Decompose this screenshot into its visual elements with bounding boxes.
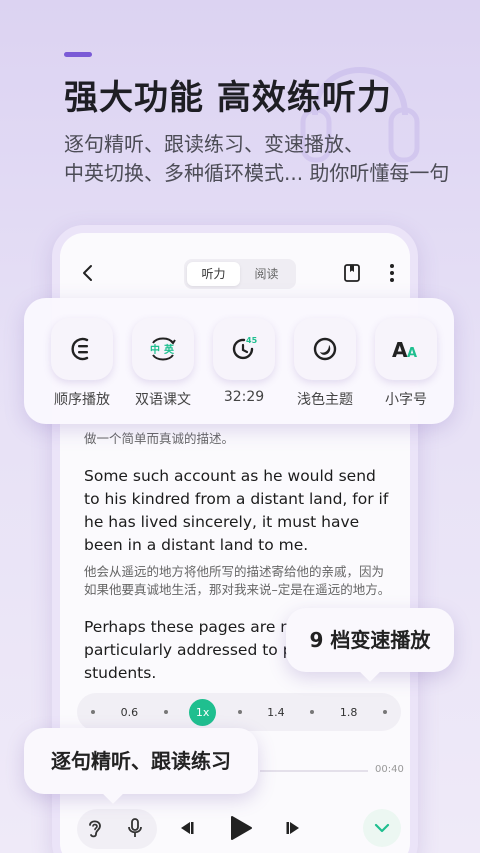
timer-icon: 45	[232, 336, 258, 360]
cn-translation: 做一个简单而真诚的描述。	[84, 431, 235, 446]
theme-icon	[313, 337, 337, 361]
speed-option-1-8[interactable]: 1.8	[336, 706, 362, 719]
speed-dot	[237, 710, 242, 714]
feature-sequence-play[interactable]: 顺序播放	[42, 318, 122, 409]
font-size-icon-a-large: A	[392, 338, 408, 362]
speed-option-0-6[interactable]: 0.6	[116, 706, 142, 719]
feature-label: 浅色主题	[297, 392, 353, 408]
mode-tabs: 听力 阅读	[184, 259, 296, 289]
feature-theme[interactable]: 浅色主题	[285, 318, 365, 409]
feature-label: 双语课文	[135, 392, 191, 408]
previous-sentence-icon[interactable]	[176, 819, 196, 837]
speed-option-1-4[interactable]: 1.4	[263, 706, 289, 719]
accent-bar	[64, 52, 92, 57]
speed-selector: 0.6 1x 1.4 1.8	[77, 693, 401, 731]
feature-timer[interactable]: 45 32:29	[204, 318, 284, 405]
timer-badge: 45	[246, 336, 258, 345]
font-size-icon-a-small: A	[407, 346, 417, 361]
feature-label: 小字号	[385, 392, 427, 408]
hero-subtitle: 逐句精听、跟读练习、变速播放、 中英切换、多种循环模式... 助你听懂每一句	[64, 130, 464, 188]
more-vertical-icon[interactable]	[382, 262, 402, 284]
bilingual-icon: 中 英	[150, 337, 176, 361]
speed-dot	[310, 710, 315, 714]
microphone-icon[interactable]	[124, 817, 146, 839]
practice-tooltip-text: 逐句精听、跟读练习	[51, 749, 231, 773]
back-arrow-icon[interactable]	[78, 263, 98, 283]
en-sentence[interactable]: Some such account as he would send to hi…	[84, 465, 394, 557]
app-topbar: 听力 阅读	[60, 253, 410, 293]
font-size-icon: A A	[392, 338, 417, 362]
speed-dot	[163, 710, 168, 714]
feature-bilingual[interactable]: 中 英 双语课文	[123, 318, 203, 409]
bilingual-icon-en: 英	[163, 343, 175, 356]
speed-dot	[383, 710, 387, 714]
book-icon[interactable]	[342, 263, 362, 283]
time-end: 00:40	[375, 764, 404, 775]
next-sentence-icon[interactable]	[284, 819, 304, 837]
practice-tooltip: 逐句精听、跟读练习	[24, 728, 258, 804]
cn-translation: 他会从遥远的地方将他所写的描述寄给他的亲戚，因为如果他要真诚地生活，那对我来说–…	[84, 564, 391, 597]
play-icon[interactable]	[226, 814, 254, 842]
sequence-play-icon	[71, 337, 89, 361]
hero-subtitle-line1: 逐句精听、跟读练习、变速播放、	[64, 132, 364, 156]
speed-tooltip-text: 9 档变速播放	[309, 628, 431, 652]
chevron-down-icon	[374, 823, 390, 833]
bilingual-icon-cn: 中	[150, 343, 160, 356]
ear-icon[interactable]	[84, 817, 106, 839]
feature-label: 32:29	[223, 389, 265, 405]
tab-listening[interactable]: 听力	[187, 262, 240, 286]
feature-font-size[interactable]: A A 小字号	[366, 318, 446, 409]
progress-track[interactable]	[260, 770, 368, 772]
player-controls	[60, 805, 410, 851]
speed-tooltip: 9 档变速播放	[286, 608, 454, 682]
speed-dot	[91, 710, 95, 714]
hero-title: 强大功能 高效练听力	[64, 78, 392, 118]
speed-option-1x[interactable]: 1x	[189, 698, 217, 726]
tab-reading[interactable]: 阅读	[240, 262, 293, 286]
hero-subtitle-line2: 中英切换、多种循环模式... 助你听懂每一句	[64, 161, 450, 185]
feature-panel: 顺序播放 中 英 双语课文 45 32:29 浅色主题 A A 小字号	[24, 298, 454, 424]
collapse-button[interactable]	[363, 809, 401, 847]
feature-label: 顺序播放	[54, 392, 110, 408]
